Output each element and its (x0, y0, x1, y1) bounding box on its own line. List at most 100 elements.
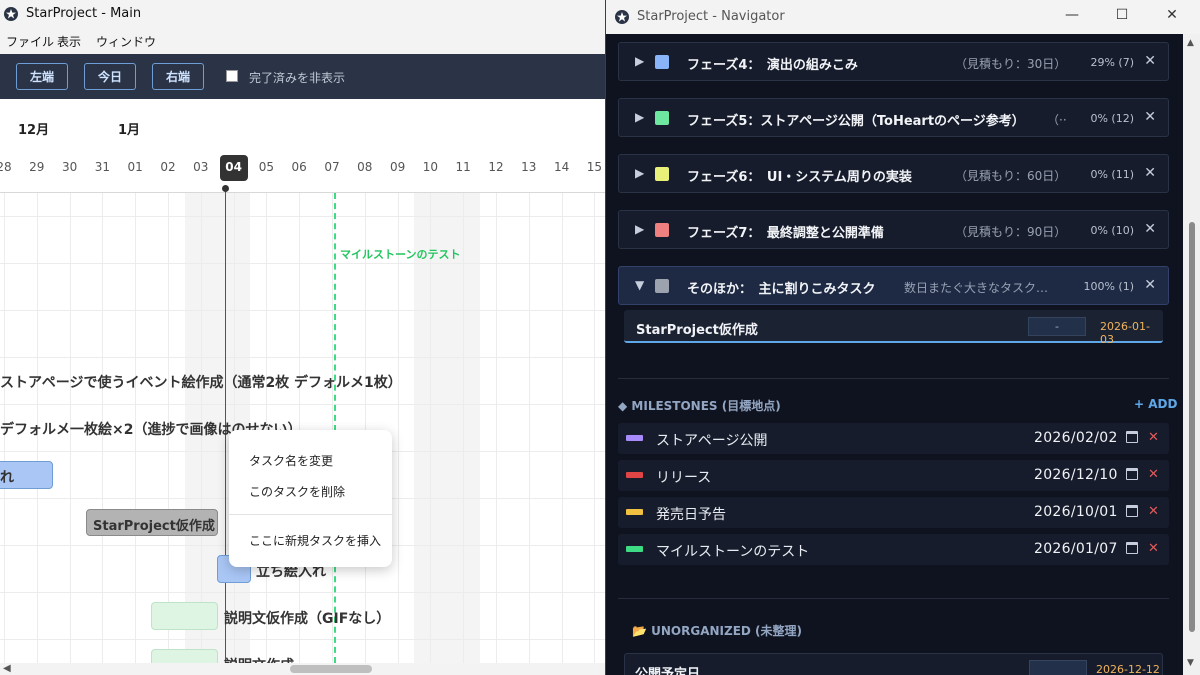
add-milestone-button[interactable]: + ADD (1134, 397, 1177, 411)
scroll-up-arrow-icon[interactable]: ▲ (1187, 38, 1194, 48)
remove-phase-icon[interactable]: ✕ (1144, 277, 1156, 293)
phase-name: フェーズ7： 最終調整と公開準備 (687, 226, 884, 241)
task-label[interactable]: れ (0, 467, 14, 487)
unorganized-task-row[interactable]: 公開予定日 2026-12-12 (624, 653, 1163, 675)
task-bar[interactable]: StarProject仮作成 (86, 509, 218, 536)
day-label: 03 (193, 160, 209, 174)
navigator-titlebar: StarProject - Navigator — ☐ ✕ (606, 0, 1200, 34)
milestone-color-swatch[interactable] (626, 546, 643, 552)
phase-estimate: （見積もり：30日） (955, 57, 1067, 71)
delete-milestone-icon[interactable]: ✕ (1148, 467, 1159, 482)
section-divider (618, 378, 1169, 379)
day-label: 08 (357, 160, 373, 174)
phase-row[interactable]: ▶ フェーズ5：ストアページ公開（ToHeartのページ参考） （·· 0% (… (618, 98, 1169, 137)
scroll-thumb[interactable] (1189, 222, 1195, 632)
context-menu: タスク名を変更 このタスクを削除 ここに新規タスクを挿入 (229, 430, 392, 567)
expand-arrow-icon[interactable]: ▶ (635, 166, 644, 180)
insert-task-menu-item[interactable]: ここに新規タスクを挿入 (249, 532, 381, 549)
milestone-name[interactable]: 発売日予告 (656, 504, 726, 524)
milestone-date[interactable]: 2026/02/02 (1034, 430, 1118, 446)
phase-color-swatch (655, 167, 669, 181)
milestone-row[interactable]: マイルストーンのテスト 2026/01/07 ✕ (618, 534, 1169, 565)
collapse-arrow-icon[interactable]: ▼ (635, 278, 644, 292)
today-button[interactable]: 今日 (84, 63, 136, 90)
expand-arrow-icon[interactable]: ▶ (635, 222, 644, 236)
menu-view[interactable]: 表示 (57, 33, 81, 50)
scroll-right-end-button[interactable]: 右端 (152, 63, 204, 90)
delete-task-menu-item[interactable]: このタスクを削除 (249, 483, 345, 500)
milestone-color-swatch[interactable] (626, 435, 643, 441)
month-label-jan: 1月 (118, 123, 141, 138)
remove-phase-icon[interactable]: ✕ (1144, 53, 1156, 69)
phase-progress: 0% (11) (1090, 168, 1134, 181)
day-label: 11 (455, 160, 471, 174)
milestone-row[interactable]: ストアページ公開 2026/02/02 ✕ (618, 423, 1169, 454)
hide-completed-checkbox[interactable] (226, 70, 238, 82)
calendar-icon[interactable] (1126, 468, 1138, 480)
milestone-date[interactable]: 2026/10/01 (1034, 504, 1118, 520)
maximize-icon[interactable]: ☐ (1108, 7, 1136, 27)
day-label: 07 (324, 160, 340, 174)
scroll-left-end-button[interactable]: 左端 (16, 63, 68, 90)
milestone-name[interactable]: マイルストーンのテスト (656, 541, 809, 561)
close-icon[interactable]: ✕ (1158, 7, 1186, 27)
delete-milestone-icon[interactable]: ✕ (1148, 430, 1159, 445)
task-label[interactable]: 説明文仮作成（GIFなし） (224, 608, 390, 628)
task-duration-field[interactable] (1029, 660, 1087, 675)
scroll-thumb[interactable] (290, 665, 372, 673)
phase-row[interactable]: ▼ そのほか： 主に割りこみタスク 数日またぐ大きなタスク… 100% (1) … (618, 266, 1169, 305)
milestone-row[interactable]: リリース 2026/12/10 ✕ (618, 460, 1169, 491)
vertical-scrollbar[interactable]: ▲ ▼ (1183, 34, 1200, 675)
task-bar[interactable] (151, 602, 218, 630)
window-title: StarProject - Main (26, 6, 142, 21)
calendar-icon[interactable] (1126, 431, 1138, 443)
calendar-icon[interactable] (1126, 542, 1138, 554)
phase-estimate: （·· (1047, 113, 1067, 127)
section-divider (618, 598, 1169, 599)
phase-task-row[interactable]: StarProject仮作成 - 2026-01-03 (624, 310, 1163, 346)
phase-estimate: （見積もり：60日） (955, 169, 1067, 183)
milestone-color-swatch[interactable] (626, 509, 643, 515)
scroll-left-arrow-icon[interactable]: ◀ (3, 663, 11, 674)
task-date: 2026-12-12 (1096, 663, 1160, 675)
remove-phase-icon[interactable]: ✕ (1144, 221, 1156, 237)
navigator-body: ▶ フェーズ4： 演出の組みこみ （見積もり：30日） 29% (7) ✕ ▶ … (606, 34, 1183, 675)
app-logo-icon (4, 7, 18, 21)
phase-estimate: 数日またぐ大きなタスク… (904, 281, 1049, 295)
menu-file[interactable]: ファイル (6, 33, 54, 50)
day-label: 13 (521, 160, 537, 174)
remove-phase-icon[interactable]: ✕ (1144, 109, 1156, 125)
task-duration-field[interactable]: - (1028, 317, 1086, 336)
task-label[interactable]: ストアページで使うイベント絵作成（通常2枚 デフォルメ1枚） (0, 372, 402, 392)
scroll-down-arrow-icon[interactable]: ▼ (1187, 658, 1194, 668)
month-label-dec: 12月 (18, 123, 50, 138)
rename-task-menu-item[interactable]: タスク名を変更 (249, 452, 333, 469)
day-label: 01 (127, 160, 143, 174)
milestone-row[interactable]: 発売日予告 2026/10/01 ✕ (618, 497, 1169, 528)
delete-milestone-icon[interactable]: ✕ (1148, 504, 1159, 519)
milestones-heading: ◆ MILESTONES (目標地点) (618, 399, 781, 413)
phase-row[interactable]: ▶ フェーズ7： 最終調整と公開準備 （見積もり：90日） 0% (10) ✕ (618, 210, 1169, 249)
calendar-icon[interactable] (1126, 505, 1138, 517)
phase-row[interactable]: ▶ フェーズ6： UI・システム周りの実装 （見積もり：60日） 0% (11)… (618, 154, 1169, 193)
menu-window[interactable]: ウィンドウ (96, 33, 156, 50)
phase-row[interactable]: ▶ フェーズ4： 演出の組みこみ （見積もり：30日） 29% (7) ✕ (618, 42, 1169, 81)
task-name: StarProject仮作成 (636, 323, 758, 338)
phase-name: フェーズ4： 演出の組みこみ (687, 58, 858, 73)
day-label: 05 (258, 160, 275, 174)
unorganized-heading: 📂 UNORGANIZED (未整理) (632, 624, 802, 638)
day-label: 30 (61, 160, 78, 174)
milestone-name[interactable]: リリース (656, 467, 711, 487)
phase-progress: 29% (7) (1090, 56, 1134, 69)
milestone-name[interactable]: ストアページ公開 (656, 430, 767, 450)
expand-arrow-icon[interactable]: ▶ (635, 54, 644, 68)
minimize-icon[interactable]: — (1058, 7, 1086, 27)
milestone-date[interactable]: 2026/12/10 (1034, 467, 1118, 483)
remove-phase-icon[interactable]: ✕ (1144, 165, 1156, 181)
expand-arrow-icon[interactable]: ▶ (635, 110, 644, 124)
phase-name: フェーズ6： UI・システム周りの実装 (687, 170, 912, 185)
milestone-date[interactable]: 2026/01/07 (1034, 541, 1118, 557)
delete-milestone-icon[interactable]: ✕ (1148, 541, 1159, 556)
day-label: 12 (488, 160, 504, 174)
milestone-color-swatch[interactable] (626, 472, 643, 478)
